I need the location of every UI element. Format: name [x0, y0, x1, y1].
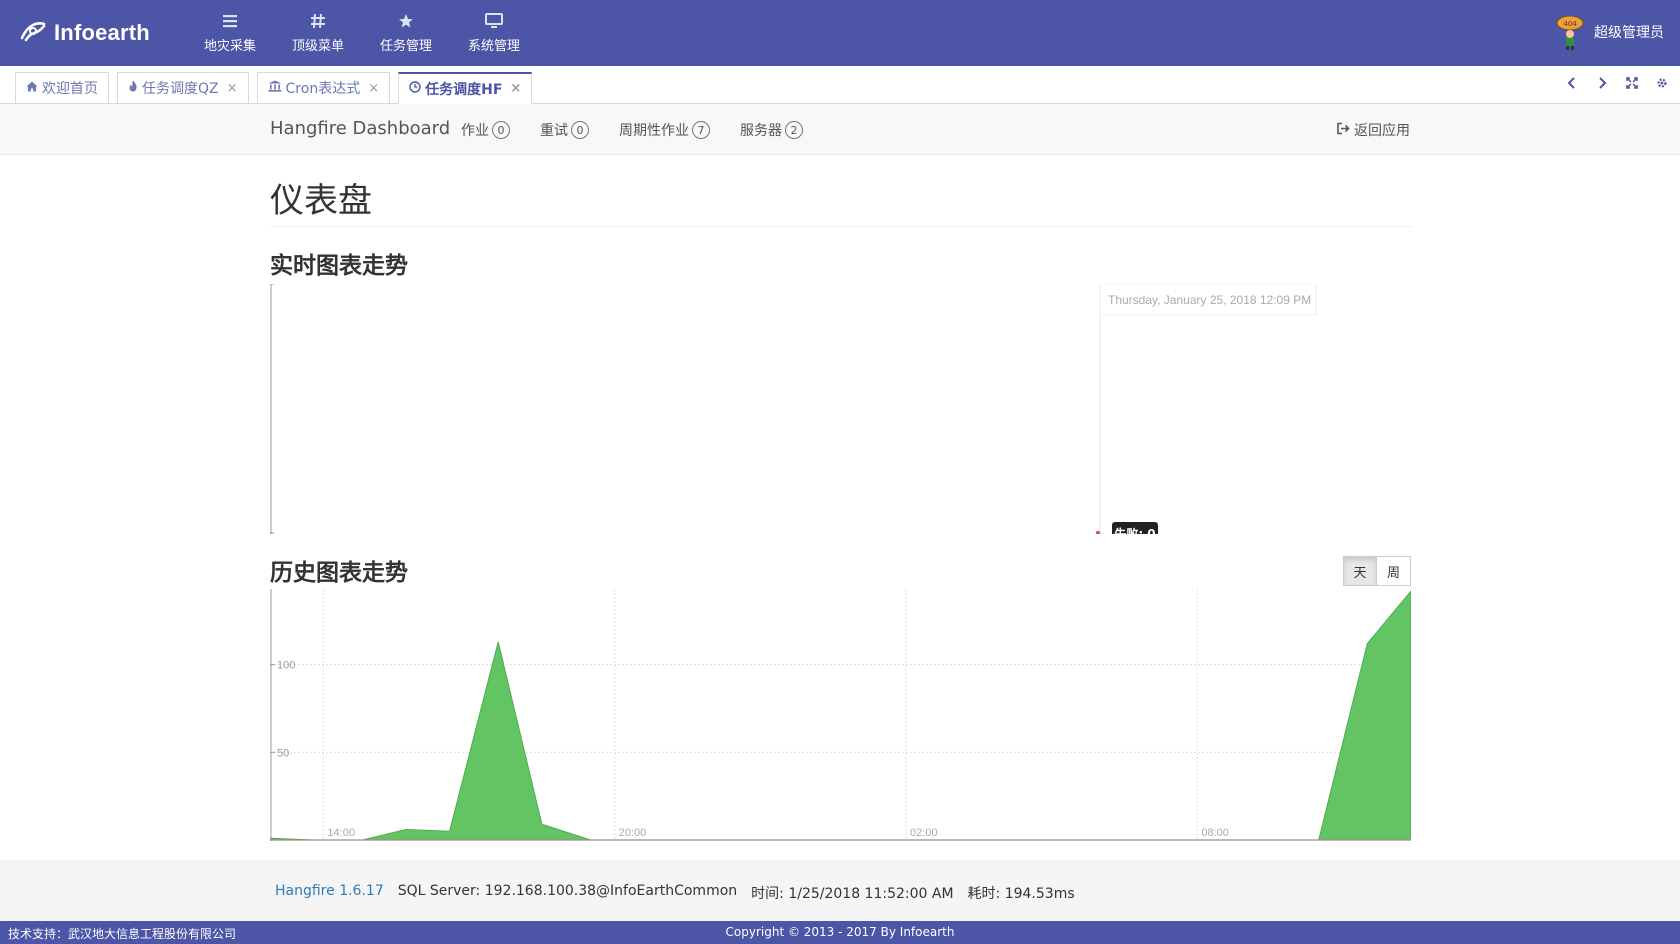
clock-icon — [409, 80, 421, 97]
top-menu-label: 地灾采集 — [203, 38, 256, 54]
sign-out-icon — [1336, 122, 1350, 139]
history-x-tick-label: 14:00 — [327, 827, 355, 839]
count-badge: 2 — [785, 121, 803, 139]
gear-icon[interactable] — [1654, 75, 1670, 91]
top-navbar: Infoearth 地灾采集 顶级菜单 任务管理 系统管理 404 超级管理员 — [0, 0, 1680, 66]
history-y-tick-label: 50 — [277, 747, 289, 759]
tab-label: 任务调度QZ — [142, 81, 219, 97]
hash-icon — [310, 13, 326, 29]
count-badge: 0 — [571, 121, 589, 139]
top-menu-label: 顶级菜单 — [291, 38, 344, 54]
brand-logo[interactable]: Infoearth — [18, 18, 150, 48]
tab-strip: 欢迎首页 任务调度QZ × Cron表达式 × 任务调度HF × — [0, 66, 1680, 104]
page-footer: Hangfire 1.6.17 SQL Server: 192.168.100.… — [0, 860, 1680, 921]
server-time: 时间: 1/25/2018 11:52:00 AM — [751, 886, 954, 902]
nav-link-label: 作业 — [461, 123, 489, 139]
range-day-button[interactable]: 天 — [1343, 556, 1377, 586]
bottom-bar: Copyright © 2013 - 2017 By Infoearth 技术支… — [0, 921, 1680, 944]
history-range-toggle: 天 周 — [1343, 556, 1411, 586]
tech-support-text: 技术支持：武汉地大信息工程股份有限公司 — [8, 927, 237, 941]
count-badge: 0 — [492, 121, 510, 139]
back-to-app-link[interactable]: 返回应用 — [1336, 120, 1410, 140]
nav-link-jobs[interactable]: 作业 0 — [461, 120, 510, 140]
nav-link-recurring-jobs[interactable]: 周期性作业 7 — [619, 120, 710, 140]
footer-info: Hangfire 1.6.17 SQL Server: 192.168.100.… — [275, 883, 1075, 903]
top-menu-label: 任务管理 — [379, 38, 432, 54]
tab-task-scheduling-qz[interactable]: 任务调度QZ × — [117, 72, 249, 103]
realtime-chart: Thursday, January 25, 2018 12:09 PM 失败: … — [270, 284, 1317, 534]
history-y-tick-label: 100 — [277, 660, 295, 672]
top-menu: 地灾采集 顶级菜单 任务管理 系统管理 — [186, 0, 538, 66]
fire-icon — [128, 80, 138, 96]
home-icon — [26, 80, 38, 96]
tab-welcome[interactable]: 欢迎首页 — [15, 72, 109, 103]
chevron-left-icon[interactable] — [1564, 75, 1580, 91]
range-week-button[interactable]: 周 — [1377, 556, 1411, 586]
brand-logo-text: Infoearth — [54, 20, 150, 45]
history-x-tick-label: 20:00 — [619, 827, 647, 839]
top-menu-item-disaster-collection[interactable]: 地灾采集 — [186, 0, 274, 66]
bank-icon — [268, 80, 282, 96]
user-name: 超级管理员 — [1594, 25, 1664, 41]
generation-time: 耗时: 194.53ms — [967, 886, 1075, 902]
chevron-right-icon[interactable] — [1594, 75, 1610, 91]
tab-tools — [1564, 75, 1670, 91]
hangfire-nav-links: 作业 0 重试 0 周期性作业 7 服务器 2 — [461, 120, 803, 140]
close-icon[interactable]: × — [368, 81, 379, 96]
tab-cron-expression[interactable]: Cron表达式 × — [256, 72, 391, 103]
count-badge: 7 — [692, 121, 710, 139]
back-to-app-label: 返回应用 — [1354, 123, 1410, 139]
top-menu-label: 系统管理 — [467, 38, 520, 54]
star-icon — [398, 13, 414, 29]
hangfire-brand-link[interactable]: Hangfire Dashboard — [270, 118, 450, 139]
nav-link-servers[interactable]: 服务器 2 — [740, 120, 803, 140]
nav-link-label: 重试 — [540, 123, 568, 139]
realtime-tooltip-timestamp: Thursday, January 25, 2018 12:09 PM — [1108, 293, 1311, 307]
nav-link-label: 服务器 — [740, 123, 782, 139]
history-succeeded-area — [270, 590, 1411, 841]
hangfire-version-link[interactable]: Hangfire 1.6.17 — [275, 883, 384, 903]
title-divider — [270, 226, 1411, 227]
history-x-tick-label: 02:00 — [910, 827, 938, 839]
top-menu-item-task-management[interactable]: 任务管理 — [362, 0, 450, 66]
page-tabs: 欢迎首页 任务调度QZ × Cron表达式 × 任务调度HF × — [15, 72, 533, 104]
nav-link-label: 周期性作业 — [619, 123, 689, 139]
bars-icon — [222, 13, 238, 29]
monitor-icon — [485, 12, 503, 29]
copyright-text: Copyright © 2013 - 2017 By Infoearth — [725, 925, 955, 939]
tab-label: 欢迎首页 — [42, 81, 98, 97]
infoearth-logo-icon — [18, 16, 48, 50]
close-icon[interactable]: × — [227, 81, 238, 96]
history-x-tick-label: 08:00 — [1201, 827, 1229, 839]
tab-label: Cron表达式 — [285, 81, 361, 97]
tab-label: 任务调度HF — [425, 81, 503, 98]
storage-info: SQL Server: 192.168.100.38@InfoEarthComm… — [397, 883, 738, 899]
fullscreen-icon[interactable] — [1624, 75, 1640, 91]
hangfire-navbar: Hangfire Dashboard 作业 0 重试 0 周期性作业 7 服务器… — [0, 104, 1680, 155]
avatar-badge-text: 404 — [1563, 20, 1577, 28]
top-menu-item-top-menu[interactable]: 顶级菜单 — [274, 0, 362, 66]
history-chart: 14:00 20:00 02:00 08:00 50 100 — [270, 589, 1411, 841]
tab-task-scheduling-hf[interactable]: 任务调度HF × — [398, 72, 533, 104]
history-chart-title: 历史图表走势 — [270, 560, 408, 586]
nav-link-retries[interactable]: 重试 0 — [540, 120, 589, 140]
avatar: 404 — [1556, 14, 1584, 50]
page-title: 仪表盘 — [270, 181, 372, 221]
close-icon[interactable]: × — [510, 81, 521, 96]
user-menu[interactable]: 404 超级管理员 — [1556, 14, 1664, 50]
top-menu-item-system-management[interactable]: 系统管理 — [450, 0, 538, 66]
realtime-failed-label: 失败: 0 — [1114, 526, 1155, 534]
realtime-chart-title: 实时图表走势 — [270, 253, 408, 279]
